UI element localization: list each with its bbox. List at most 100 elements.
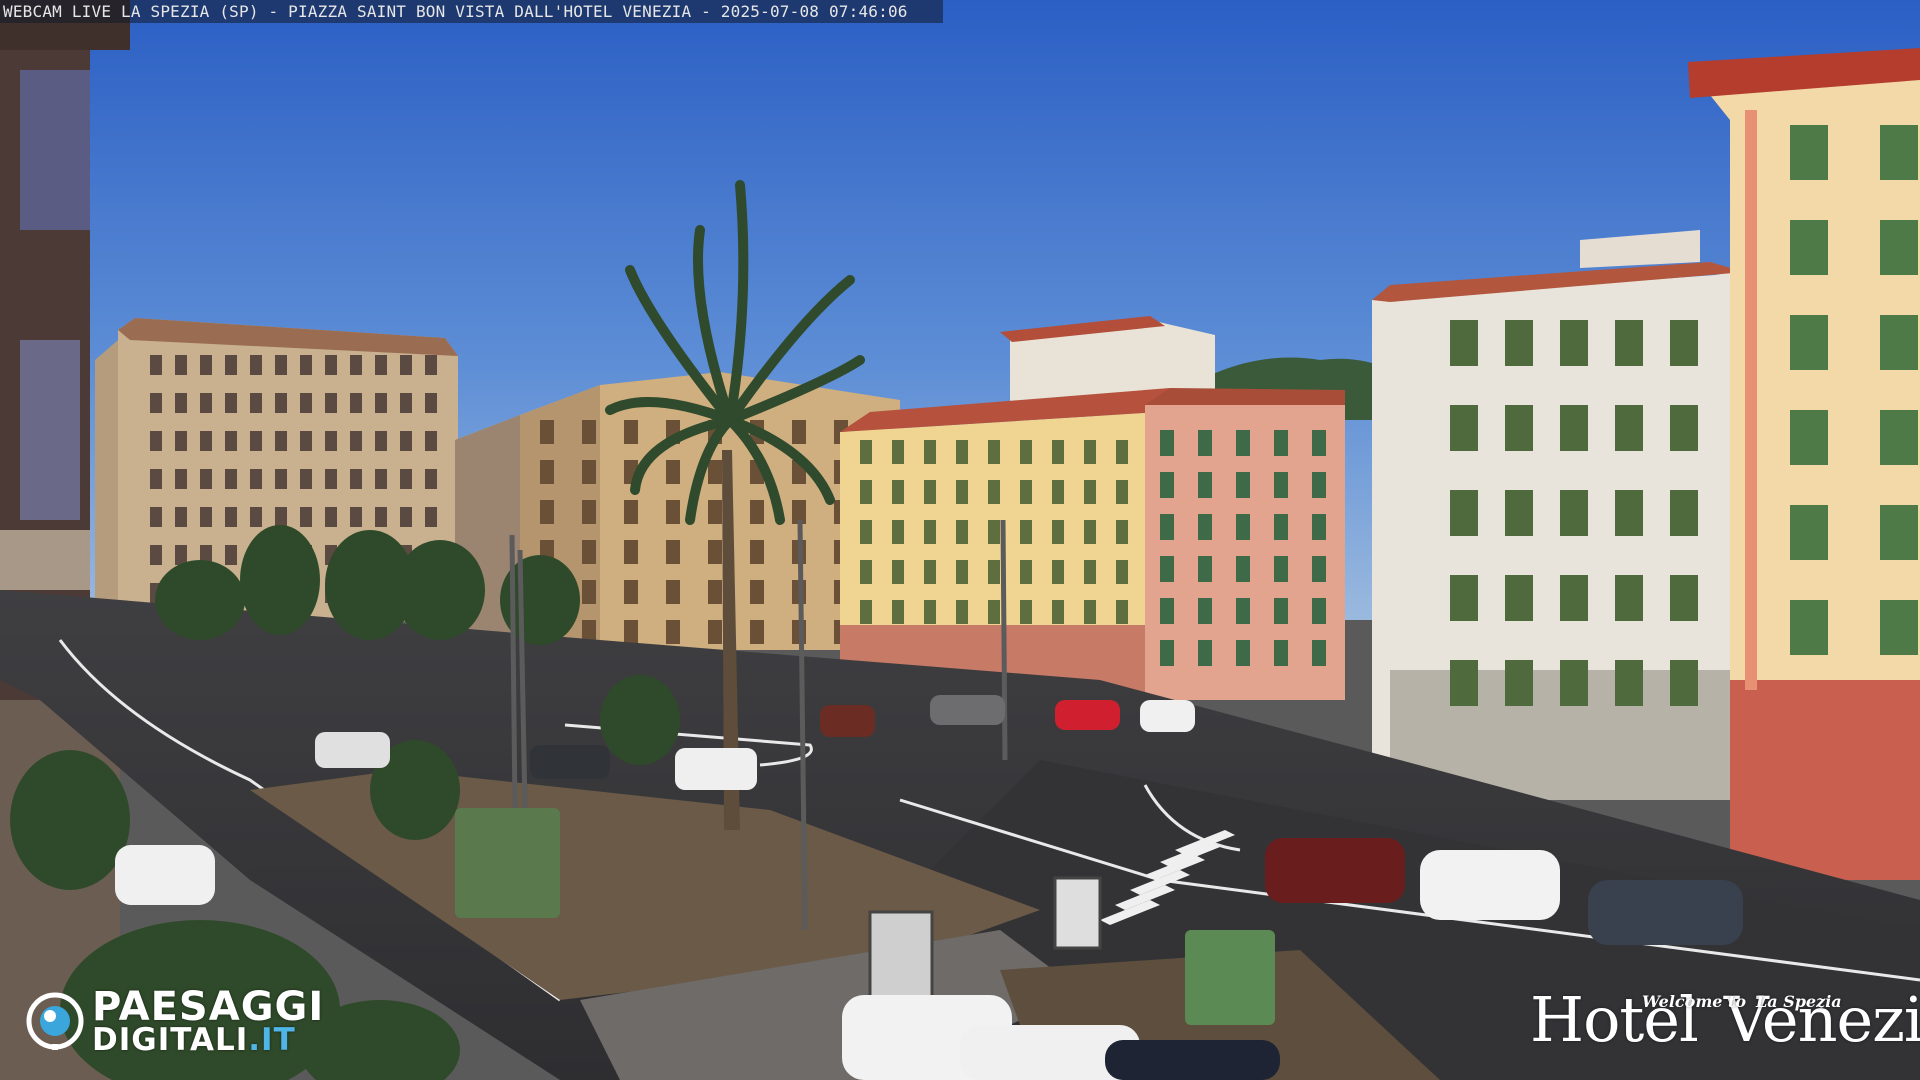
window <box>1450 660 1478 706</box>
window <box>150 393 162 413</box>
window <box>1116 600 1128 624</box>
window <box>1020 600 1032 624</box>
window <box>200 355 212 375</box>
window <box>924 520 936 544</box>
window <box>1052 480 1064 504</box>
window <box>1198 556 1212 582</box>
window <box>425 431 437 451</box>
window <box>300 469 312 489</box>
logo-hotel-name: HotelVenezia <box>1530 983 1920 1056</box>
window <box>1052 520 1064 544</box>
window <box>175 393 187 413</box>
window <box>225 355 237 375</box>
window <box>624 540 638 564</box>
window <box>325 355 337 375</box>
window <box>1880 505 1918 560</box>
window <box>350 507 362 527</box>
window <box>175 431 187 451</box>
window <box>1670 575 1698 621</box>
window <box>350 431 362 451</box>
window <box>1020 440 1032 464</box>
webcam-scene <box>0 0 1920 1080</box>
window <box>1560 405 1588 451</box>
window <box>860 440 872 464</box>
window <box>1312 556 1326 582</box>
window <box>666 620 680 644</box>
window <box>400 469 412 489</box>
window <box>1052 560 1064 584</box>
window <box>350 393 362 413</box>
window <box>1312 514 1326 540</box>
window <box>1052 440 1064 464</box>
recycling-bin-left <box>455 808 560 918</box>
window <box>250 507 262 527</box>
window <box>200 431 212 451</box>
window <box>988 560 1000 584</box>
window <box>956 600 968 624</box>
window <box>666 540 680 564</box>
window <box>666 580 680 604</box>
window <box>1052 600 1064 624</box>
window <box>1505 405 1533 451</box>
window <box>1160 430 1174 456</box>
window <box>150 469 162 489</box>
window <box>582 420 596 444</box>
window <box>400 355 412 375</box>
window <box>860 520 872 544</box>
window <box>1160 640 1174 666</box>
window <box>956 560 968 584</box>
window <box>225 507 237 527</box>
window <box>250 355 262 375</box>
window <box>624 500 638 524</box>
window <box>1020 520 1032 544</box>
info-board-2 <box>1053 876 1102 950</box>
window <box>1790 220 1828 275</box>
window <box>708 500 722 524</box>
window <box>1560 660 1588 706</box>
window <box>325 431 337 451</box>
window <box>956 520 968 544</box>
window <box>1236 556 1250 582</box>
window <box>1880 410 1918 465</box>
window <box>988 600 1000 624</box>
logo-paesaggi-digitali: PAESAGGI DIGITALI.IT <box>26 986 336 1056</box>
window <box>1615 320 1643 366</box>
window <box>375 469 387 489</box>
window <box>750 500 764 524</box>
window <box>988 480 1000 504</box>
logo-digitali-text: DIGITALI.IT <box>92 1022 296 1058</box>
window <box>924 600 936 624</box>
window <box>1790 410 1828 465</box>
window <box>275 507 287 527</box>
window <box>540 460 554 484</box>
window <box>956 440 968 464</box>
window <box>250 431 262 451</box>
window <box>275 469 287 489</box>
window <box>582 500 596 524</box>
window <box>1505 320 1533 366</box>
window <box>892 440 904 464</box>
window <box>750 540 764 564</box>
window <box>1084 560 1096 584</box>
window <box>325 469 337 489</box>
window <box>1160 598 1174 624</box>
window <box>200 469 212 489</box>
window <box>1198 430 1212 456</box>
window <box>375 431 387 451</box>
window <box>708 460 722 484</box>
window <box>1274 556 1288 582</box>
window <box>1274 514 1288 540</box>
logo-hotel-venezia: HotelVenezia Welcome to La Spezia <box>1530 985 1920 1060</box>
window <box>624 620 638 644</box>
window <box>150 545 162 565</box>
window <box>860 480 872 504</box>
window <box>1560 320 1588 366</box>
window <box>666 500 680 524</box>
window <box>988 520 1000 544</box>
webcam-caption: WEBCAM LIVE LA SPEZIA (SP) - PIAZZA SAIN… <box>0 0 943 23</box>
window <box>1236 430 1250 456</box>
window <box>1116 480 1128 504</box>
window <box>1274 598 1288 624</box>
eye-logo-icon <box>26 992 84 1050</box>
window <box>540 420 554 444</box>
